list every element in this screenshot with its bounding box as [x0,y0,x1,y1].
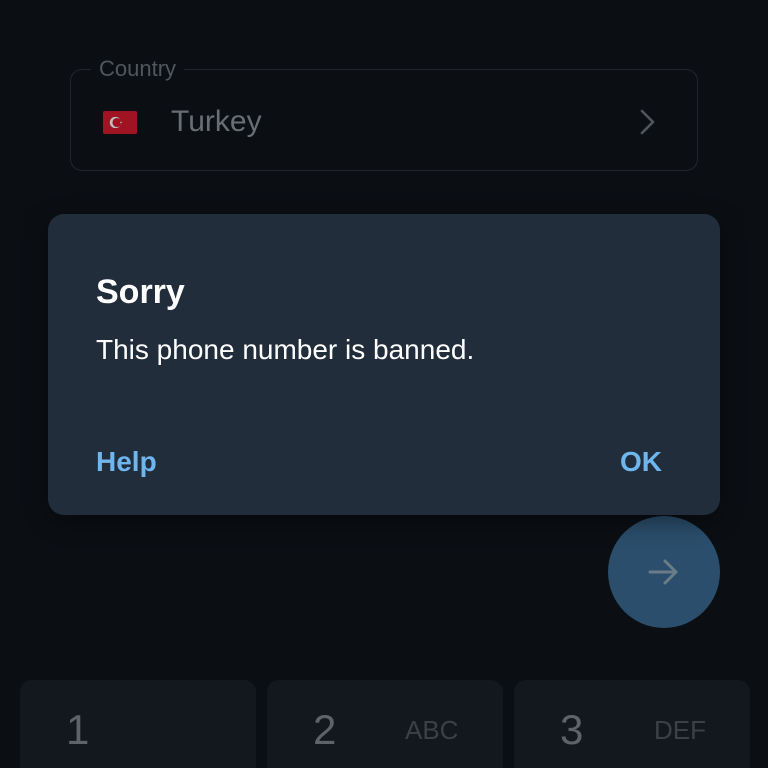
turkey-flag-icon [103,111,137,134]
country-selector[interactable]: Country Turkey [70,56,698,171]
arrow-right-icon [648,559,678,585]
next-button[interactable] [608,516,720,628]
banned-number-dialog: Sorry This phone number is banned. Help … [48,214,720,515]
keypad-key-3[interactable]: 3 DEF [514,680,750,768]
dialog-title: Sorry [96,273,185,311]
key-letters: ABC [405,715,459,745]
dialog-message: This phone number is banned. [96,334,475,365]
keypad-key-1[interactable]: 1 [20,680,256,768]
key-number: 1 [66,706,90,753]
login-screen: Country Turkey 1 2 ABC 3 DEF Sorry This … [0,0,768,768]
help-button[interactable]: Help [96,444,157,480]
key-letters: DEF [654,715,706,745]
country-name: Turkey [171,105,262,138]
ok-button[interactable]: OK [620,444,662,480]
country-field-label: Country [91,56,185,82]
key-number: 3 [560,706,584,753]
chevron-right-icon [637,108,659,136]
key-number: 2 [313,706,337,753]
keypad-key-2[interactable]: 2 ABC [267,680,503,768]
